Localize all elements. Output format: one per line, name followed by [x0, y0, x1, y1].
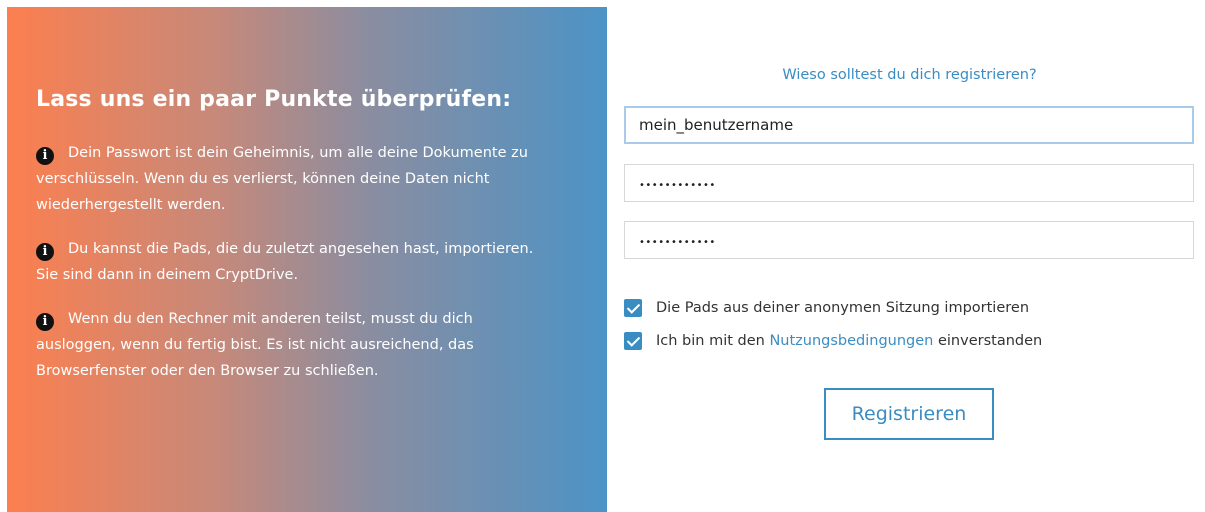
password-mask: ••••••••••••	[639, 180, 716, 191]
terms-suffix: einverstanden	[933, 333, 1043, 349]
terms-link[interactable]: Nutzungsbedingungen	[769, 333, 933, 349]
register-form: Wieso solltest du dich registrieren? mei…	[607, 0, 1205, 512]
tip-text: Du kannst die Pads, die du zuletzt anges…	[36, 241, 534, 283]
terms-checkbox[interactable]	[624, 332, 642, 350]
tip-text: Wenn du den Rechner mit anderen teilst, …	[36, 311, 474, 379]
info-circle-icon: i	[36, 313, 54, 331]
password-confirm-mask: ••••••••••••	[639, 237, 716, 248]
import-pads-row: Die Pads aus deiner anonymen Sitzung imp…	[624, 299, 1029, 317]
tip-import: i Du kannst die Pads, die du zuletzt ange…	[36, 236, 557, 288]
tip-logout: i Wenn du den Rechner mit anderen teilst,…	[36, 306, 557, 384]
why-register-link[interactable]: Wieso solltest du dich registrieren?	[607, 67, 1205, 83]
register-button[interactable]: Registrieren	[824, 388, 994, 440]
terms-label: Ich bin mit den Nutzungsbedingungen einv…	[656, 333, 1042, 349]
info-heading: Lass uns ein paar Punkte überprüfen:	[36, 87, 512, 112]
password-confirm-input[interactable]: ••••••••••••	[624, 221, 1194, 259]
info-panel: Lass uns ein paar Punkte überprüfen: i De…	[7, 7, 607, 512]
info-circle-icon: i	[36, 243, 54, 261]
password-input[interactable]: ••••••••••••	[624, 164, 1194, 202]
tip-text: Dein Passwort ist dein Geheimnis, um all…	[36, 145, 528, 213]
import-pads-checkbox[interactable]	[624, 299, 642, 317]
tip-password: i Dein Passwort ist dein Geheimnis, um al…	[36, 140, 557, 218]
info-circle-icon: i	[36, 147, 54, 165]
terms-prefix: Ich bin mit den	[656, 333, 770, 349]
import-pads-label: Die Pads aus deiner anonymen Sitzung imp…	[656, 300, 1030, 316]
terms-row: Ich bin mit den Nutzungsbedingungen einv…	[624, 332, 1042, 350]
username-input[interactable]: mein_benutzername	[624, 106, 1194, 144]
